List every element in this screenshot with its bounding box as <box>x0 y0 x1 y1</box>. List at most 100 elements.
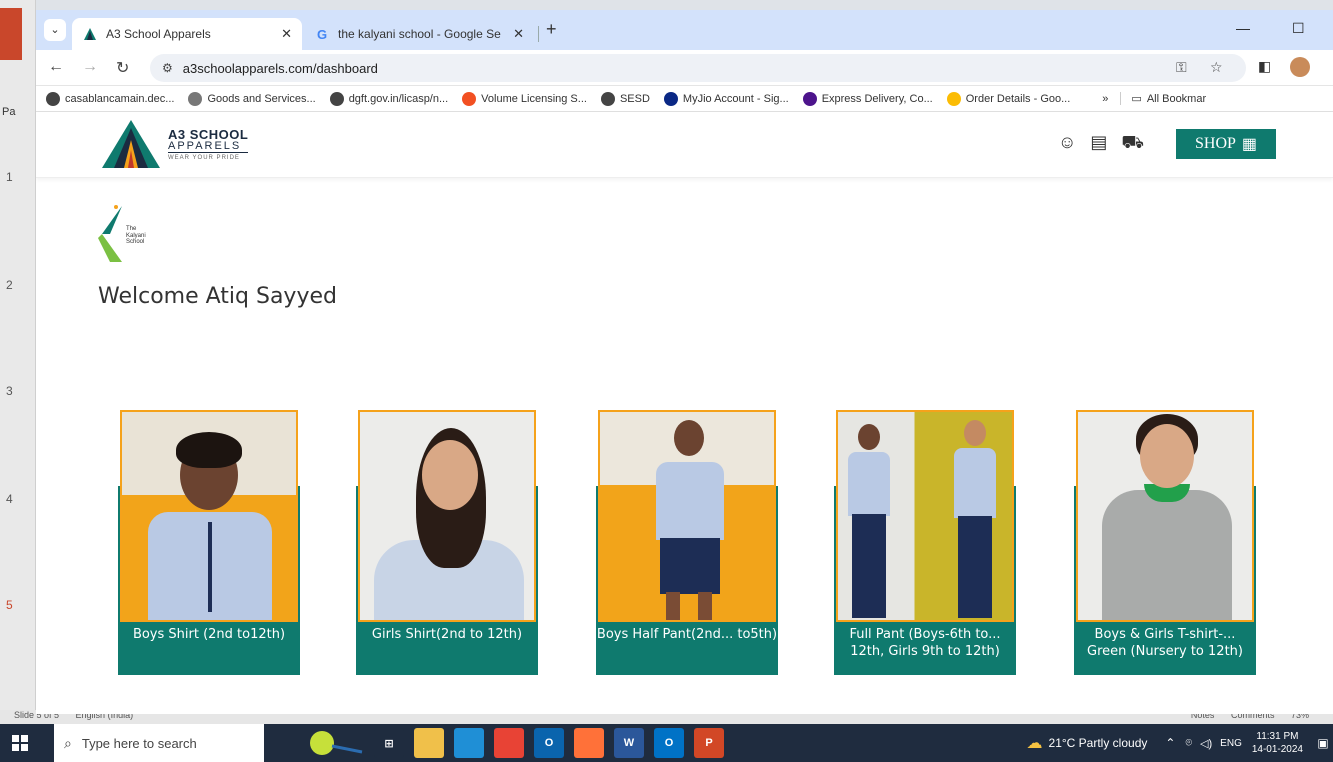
product-card-boys-shirt[interactable]: Boys Shirt (2nd to12th) <box>118 410 300 675</box>
a3-school-logo[interactable]: A3 SCHOOL APPARELS WEAR YOUR PRIDE <box>100 118 249 170</box>
close-icon[interactable]: ✕ <box>281 26 292 42</box>
user-account-icon[interactable]: ☺ <box>1058 132 1076 156</box>
back-icon[interactable]: ← <box>48 58 64 76</box>
weather-icon: ☁ <box>1026 735 1043 752</box>
web-page: A3 SCHOOL APPARELS WEAR YOUR PRIDE ☺ ▤ ⛟… <box>36 112 1333 714</box>
slide-number[interactable]: 4 <box>6 492 13 506</box>
kalyani-k-icon <box>98 205 122 262</box>
address-bar[interactable]: ⚙ a3schoolapparels.com/dashboard ⚿ ☆ <box>150 54 1246 82</box>
drive-icon <box>946 91 961 106</box>
powerpoint-icon[interactable]: P <box>694 728 724 758</box>
system-tray: ☁ 21°C Partly cloudy ⌃ ⌾ ◁) ENG 11:31 PM… <box>1027 724 1333 762</box>
language-indicator[interactable]: ENG <box>1220 738 1242 749</box>
bookmark-item[interactable]: casablancamain.dec... <box>46 91 174 106</box>
product-card-boys-half-pant[interactable]: Boys Half Pant(2nd... to5th) <box>596 410 778 675</box>
all-bookmarks-button[interactable]: ▭ All Bookmar <box>1120 92 1206 105</box>
minimize-icon[interactable]: — <box>1236 20 1250 36</box>
bookmark-label: Goods and Services... <box>207 92 316 105</box>
password-key-icon[interactable]: ⚿ <box>1176 59 1187 76</box>
logo-tagline: WEAR YOUR PRIDE <box>168 154 240 161</box>
word-icon[interactable]: W <box>614 728 644 758</box>
outlook-icon[interactable]: O <box>534 728 564 758</box>
edge-icon[interactable] <box>454 728 484 758</box>
slide-number[interactable]: 3 <box>6 384 13 398</box>
slide-number[interactable]: 1 <box>6 170 13 184</box>
profile-avatar[interactable] <box>1290 57 1310 77</box>
bookmark-star-icon[interactable]: ☆ <box>1210 59 1223 76</box>
school-logo-line-1: The <box>126 226 137 232</box>
bookmark-item[interactable]: dgft.gov.in/licasp/n... <box>329 91 449 106</box>
volume-icon[interactable]: ◁) <box>1200 737 1212 750</box>
new-tab-icon[interactable]: + <box>546 19 557 40</box>
tab-separator <box>538 26 539 42</box>
taskbar-apps: ⊞ O W O P <box>364 728 724 758</box>
ppt-ribbon-accent <box>0 8 22 60</box>
firefox-icon[interactable] <box>574 728 604 758</box>
product-image[interactable] <box>120 410 298 622</box>
maximize-icon[interactable]: ☐ <box>1292 20 1305 37</box>
tab-google-search[interactable]: G the kalyani school - Google Se ✕ <box>304 18 534 50</box>
weather-widget[interactable]: ☁ 21°C Partly cloudy <box>1027 733 1148 753</box>
bookmark-item[interactable]: Volume Licensing S... <box>462 91 587 106</box>
browser-toolbar: ← → ↻ ⚙ a3schoolapparels.com/dashboard ⚿… <box>36 50 1333 86</box>
network-icon[interactable]: ⌾ <box>1185 737 1192 750</box>
start-button[interactable] <box>0 724 40 762</box>
outlook2-icon[interactable]: O <box>654 728 684 758</box>
shop-label: SHOP <box>1194 135 1236 152</box>
windows-taskbar: ⌕ Type here to search ⊞ O W O P ☁ 21°C Partl… <box>0 724 1333 762</box>
product-image[interactable] <box>1076 410 1254 622</box>
bookmark-item[interactable]: MyJio Account - Sig... <box>663 91 789 106</box>
product-label[interactable]: Full Pant (Boys-6th to... 12th, Girls 9t… <box>834 626 1016 660</box>
product-image[interactable] <box>598 410 776 622</box>
globe-icon <box>329 91 344 106</box>
task-view-icon[interactable]: ⊞ <box>374 728 404 758</box>
product-image[interactable] <box>358 410 536 622</box>
header-icons: ☺ ▤ ⛟ <box>1058 132 1144 156</box>
site-info-icon[interactable]: ⚙ <box>162 61 173 75</box>
file-explorer-icon[interactable] <box>414 728 444 758</box>
shop-button[interactable]: SHOP ▦ <box>1176 129 1276 159</box>
bookmark-item[interactable]: SESD <box>600 91 650 106</box>
slide-number-current[interactable]: 5 <box>6 598 13 612</box>
product-label[interactable]: Boys & Girls T-shirt-... Green (Nursery … <box>1074 626 1256 660</box>
bookmarks-overflow-button[interactable]: » <box>1102 93 1108 105</box>
product-label[interactable]: Boys Half Pant(2nd... to5th) <box>596 626 778 643</box>
google-icon: G <box>316 26 328 42</box>
weather-text: 21°C Partly cloudy <box>1048 736 1148 750</box>
school-logo-line-3: School <box>126 239 145 246</box>
clock[interactable]: 11:31 PM 14-01-2024 <box>1252 730 1303 756</box>
orders-icon[interactable]: ▤ <box>1090 132 1107 156</box>
search-icon: ⌕ <box>64 734 72 751</box>
slide-number[interactable]: 2 <box>6 278 13 292</box>
bookmark-item[interactable]: Express Delivery, Co... <box>802 91 933 106</box>
bookmark-label: MyJio Account - Sig... <box>682 92 789 105</box>
bookmark-item[interactable]: Order Details - Goo... <box>946 91 1070 106</box>
product-label[interactable]: Girls Shirt(2nd to 12th) <box>356 626 538 643</box>
bookmark-label: SESD <box>619 92 650 105</box>
a3-logo-icon <box>82 26 98 42</box>
tennis-highlight-icon[interactable] <box>304 726 364 760</box>
cart-icon[interactable]: ⛟ <box>1121 132 1144 156</box>
close-icon[interactable]: ✕ <box>513 26 524 42</box>
tab-title: A3 School Apparels <box>106 27 211 41</box>
taskbar-search[interactable]: ⌕ Type here to search <box>54 724 264 762</box>
bookmark-label: dgft.gov.in/licasp/n... <box>348 92 449 105</box>
tab-search-button[interactable]: ⌄ <box>44 19 66 41</box>
product-card-tshirt-green[interactable]: Boys & Girls T-shirt-... Green (Nursery … <box>1074 410 1256 675</box>
side-panel-icon[interactable]: ◧ <box>1258 58 1271 75</box>
emblem-icon <box>188 91 203 106</box>
forward-icon[interactable]: → <box>82 58 98 76</box>
reload-icon[interactable]: ↻ <box>116 58 129 78</box>
bookmark-label: Express Delivery, Co... <box>821 92 933 105</box>
product-image[interactable] <box>836 410 1014 622</box>
notification-icon[interactable]: ▣ <box>1313 724 1333 762</box>
chrome-icon[interactable] <box>494 728 524 758</box>
product-card-girls-shirt[interactable]: Girls Shirt(2nd to 12th) <box>356 410 538 675</box>
tab-a3-school-apparels[interactable]: A3 School Apparels ✕ <box>72 18 302 50</box>
show-hidden-icons[interactable]: ⌃ <box>1165 736 1175 750</box>
welcome-heading: Welcome Atiq Sayyed <box>98 284 337 309</box>
product-card-full-pant[interactable]: Full Pant (Boys-6th to... 12th, Girls 9t… <box>834 410 1016 675</box>
kalyani-school-logo: The Kalyani School <box>96 200 166 270</box>
product-label[interactable]: Boys Shirt (2nd to12th) <box>118 626 300 643</box>
bookmark-item[interactable]: Goods and Services... <box>188 91 316 106</box>
